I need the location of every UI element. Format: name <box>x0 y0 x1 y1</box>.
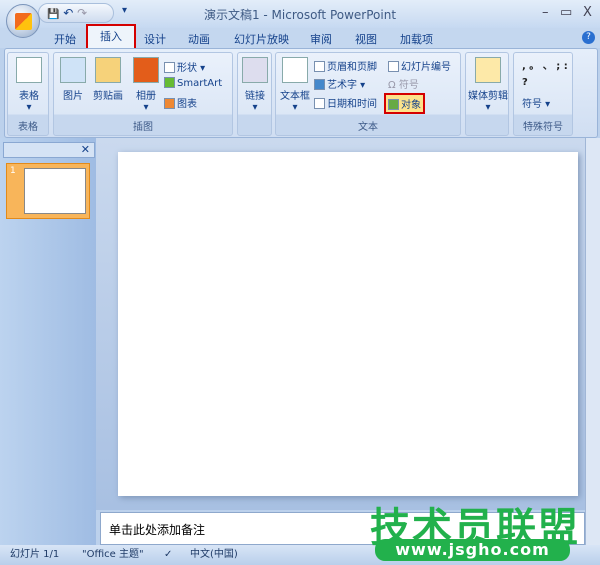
album-icon <box>133 57 159 83</box>
object-icon <box>388 99 399 110</box>
special-symbol-button[interactable]: 符号 ▾ <box>522 95 550 110</box>
wordart-button[interactable]: 艺术字 ▾ <box>314 76 365 91</box>
table-button[interactable]: 表格 ▾ <box>12 57 46 113</box>
link-button[interactable]: 链接 ▾ <box>240 57 270 113</box>
tab-home[interactable]: 开始 <box>54 31 76 47</box>
picture-icon <box>60 57 86 83</box>
vertical-scrollbar[interactable] <box>585 138 600 545</box>
datetime-button[interactable]: 日期和时间 <box>314 95 377 110</box>
group-label: 插图 <box>133 122 153 133</box>
tab-review[interactable]: 审阅 <box>310 31 332 47</box>
pane-tabs[interactable]: ✕ <box>3 142 95 158</box>
tab-design[interactable]: 设计 <box>144 31 166 47</box>
textbox-button[interactable]: 文本框 ▾ <box>278 57 312 113</box>
group-illustrations: 图片 剪贴画 相册 ▾ 形状 ▾ SmartArt 图表 插图 <box>53 52 233 136</box>
slide-number-icon <box>388 61 399 72</box>
smartart-button[interactable]: SmartArt <box>164 77 222 89</box>
tab-addins[interactable]: 加载项 <box>400 31 433 47</box>
calendar-icon <box>314 98 325 109</box>
shapes-button[interactable]: 形状 ▾ <box>164 59 205 74</box>
quick-access-toolbar: 💾 ↶ ↷ <box>38 3 114 23</box>
clipart-button[interactable]: 剪贴画 <box>90 57 126 102</box>
theme-name: "Office 主题" <box>82 549 144 560</box>
group-special-symbols: , 。 、 ; : ? 符号 ▾ 特殊符号 <box>513 52 573 136</box>
help-icon[interactable]: ? <box>582 31 595 44</box>
wordart-icon <box>314 79 325 90</box>
speaker-icon <box>475 57 501 83</box>
picture-button[interactable]: 图片 <box>58 57 88 102</box>
slide-canvas[interactable] <box>118 152 578 496</box>
watermark-url: www.jsgho.com <box>375 539 570 561</box>
album-button[interactable]: 相册 ▾ <box>130 57 162 113</box>
tab-animation[interactable]: 动画 <box>188 31 210 47</box>
header-footer-icon <box>314 61 325 72</box>
customize-qat-button[interactable]: ▾ <box>122 5 127 16</box>
object-button[interactable]: 对象 <box>384 93 425 114</box>
tab-view[interactable]: 视图 <box>355 31 377 47</box>
table-icon <box>16 57 42 83</box>
close-pane-icon[interactable]: ✕ <box>81 143 90 156</box>
maximize-button[interactable]: ▭ <box>560 5 572 20</box>
minimize-button[interactable]: – <box>542 5 549 20</box>
close-button[interactable]: X <box>583 5 592 20</box>
group-text: 文本框 ▾ 页眉和页脚 艺术字 ▾ 日期和时间 幻灯片编号 Ω 符号 对象 文本 <box>275 52 461 136</box>
tab-slideshow[interactable]: 幻灯片放映 <box>234 31 289 47</box>
link-icon <box>242 57 268 83</box>
group-media: 媒体剪辑 ▾ <box>465 52 509 136</box>
chart-button[interactable]: 图表 <box>164 95 197 110</box>
smartart-icon <box>164 77 175 88</box>
spellcheck-icon[interactable]: ✓ <box>164 545 172 565</box>
shapes-icon <box>164 62 175 73</box>
office-button[interactable] <box>6 4 40 38</box>
redo-icon[interactable]: ↷ <box>77 6 87 20</box>
group-table: 表格 ▾ 表格 <box>7 52 49 136</box>
media-clip-button[interactable]: 媒体剪辑 ▾ <box>467 57 509 113</box>
group-links: 链接 ▾ <box>237 52 272 136</box>
header-footer-button[interactable]: 页眉和页脚 <box>314 58 377 73</box>
tab-insert[interactable]: 插入 <box>86 24 136 50</box>
group-label: 表格 <box>18 122 38 133</box>
slide-number: 1 <box>10 166 16 176</box>
omega-icon: Ω <box>388 80 399 91</box>
slide-thumbnail[interactable]: 1 <box>6 163 90 219</box>
special-chars[interactable]: , 。 、 ; : ? <box>522 59 570 91</box>
chart-icon <box>164 98 175 109</box>
undo-icon[interactable]: ↶ <box>63 6 73 20</box>
slide-number-button[interactable]: 幻灯片编号 <box>388 58 451 73</box>
slide-count: 幻灯片 1/1 <box>10 549 60 560</box>
textbox-icon <box>282 57 308 83</box>
clipart-icon <box>95 57 121 83</box>
symbol-button[interactable]: Ω 符号 <box>388 76 419 91</box>
group-label: 文本 <box>358 122 378 133</box>
group-label: 特殊符号 <box>523 122 563 133</box>
office-logo-icon <box>15 13 32 30</box>
language: 中文(中国) <box>190 549 238 560</box>
ribbon: 表格 ▾ 表格 图片 剪贴画 相册 ▾ 形状 ▾ SmartArt 图表 插图 链接… <box>4 48 598 138</box>
save-icon[interactable]: 💾 <box>47 9 59 20</box>
